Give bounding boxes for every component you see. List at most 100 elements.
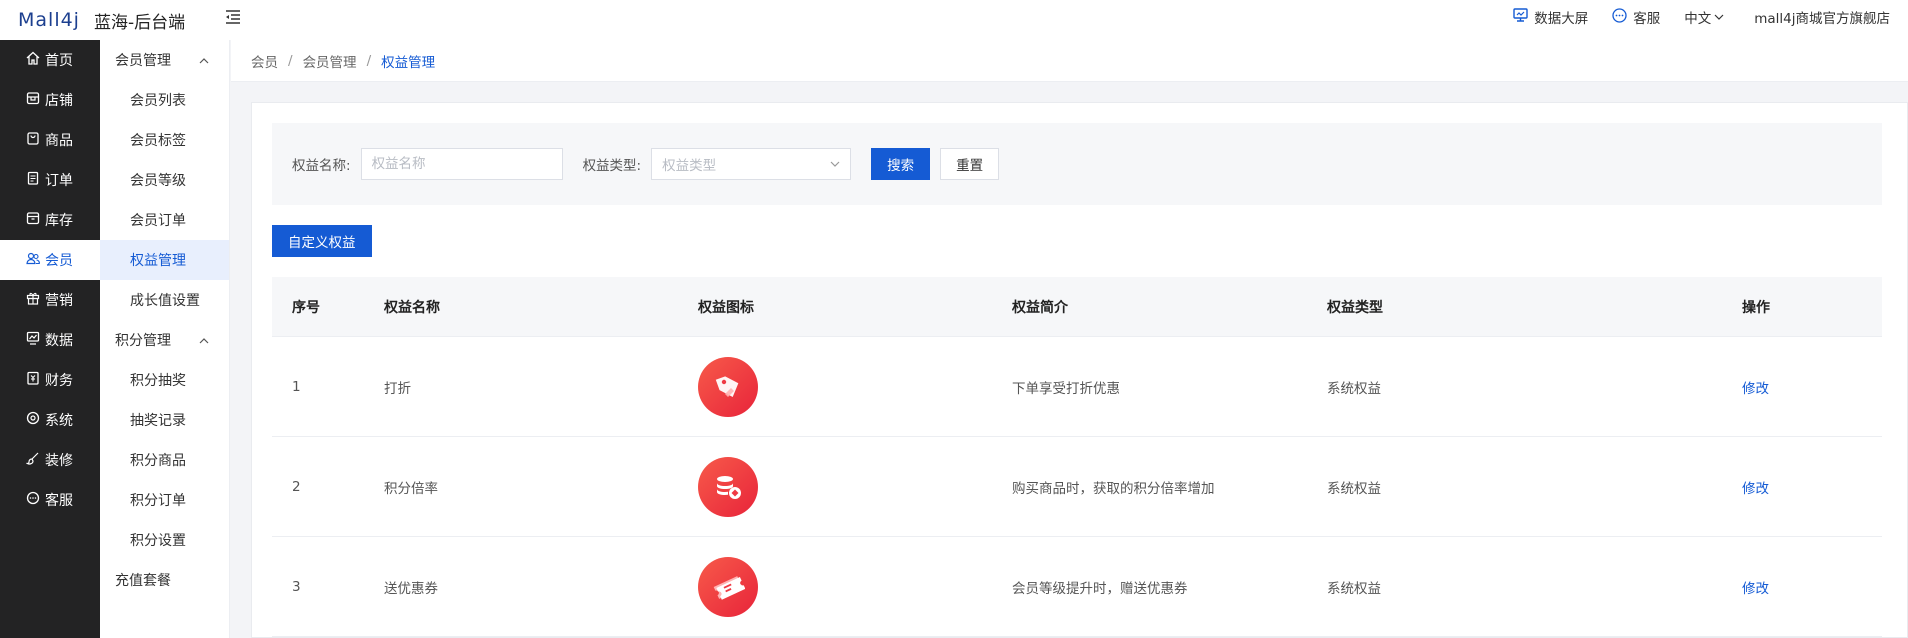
nav-item-goods[interactable]: 商品 bbox=[0, 120, 100, 160]
submenu-points-goods[interactable]: 积分商品 bbox=[100, 440, 229, 480]
benefit-name-label: 权益名称: bbox=[292, 158, 351, 174]
monitor-icon bbox=[1513, 8, 1534, 26]
table-header: 序号 权益名称 权益图标 权益简介 权益类型 操作 bbox=[272, 277, 1882, 337]
coins-icon bbox=[698, 456, 758, 517]
store-icon bbox=[26, 91, 45, 109]
language-label: 中文 bbox=[1684, 11, 1712, 27]
language-select[interactable]: 中文 bbox=[1684, 7, 1730, 27]
nav-item-service[interactable]: 客服 bbox=[0, 480, 100, 520]
submenu-member-list[interactable]: 会员列表 bbox=[100, 80, 229, 120]
submenu-points-lottery[interactable]: 积分抽奖 bbox=[100, 360, 229, 400]
main-content: 权益名称: 权益类型: 权益类型 搜索 重置 自定义权益 序号 权益名称 权益图… bbox=[251, 102, 1908, 638]
column-header: 权益名称 bbox=[384, 299, 440, 316]
edit-link[interactable]: 修改 bbox=[1742, 481, 1769, 497]
submenu-member-tags[interactable]: 会员标签 bbox=[100, 120, 229, 160]
nav-item-home[interactable]: 首页 bbox=[0, 40, 100, 80]
table-row: 3 送优惠券 会员等级提升时，赠送优惠券 系统权益 修改 bbox=[272, 537, 1882, 637]
breadcrumb-item[interactable]: 会员管理 bbox=[303, 51, 357, 71]
benefit-name-input[interactable] bbox=[360, 148, 563, 180]
chevron-down-icon bbox=[830, 156, 840, 172]
breadcrumb-current: 权益管理 bbox=[381, 54, 436, 71]
submenu-growth-settings[interactable]: 成长值设置 bbox=[100, 280, 229, 320]
gift-icon bbox=[26, 291, 45, 309]
benefit-type-label: 权益类型: bbox=[582, 158, 642, 174]
nav-item-marketing[interactable]: 营销 bbox=[0, 280, 100, 320]
chart-icon bbox=[26, 331, 45, 349]
chat-icon bbox=[1612, 7, 1633, 27]
submenu-member-levels[interactable]: 会员等级 bbox=[100, 160, 229, 200]
benefit-description: 下单享受打折优惠 bbox=[1012, 380, 1120, 397]
chevron-up-icon bbox=[199, 52, 209, 68]
breadcrumb-item[interactable]: 会员 bbox=[251, 51, 278, 71]
benefit-name: 积分倍率 bbox=[384, 480, 438, 497]
reset-button[interactable]: 重置 bbox=[940, 148, 1000, 180]
column-header: 操作 bbox=[1742, 299, 1770, 316]
nav-item-decoration[interactable]: 装修 bbox=[0, 440, 100, 480]
logo-area: Mall4j 蓝海-后台端 bbox=[0, 8, 220, 33]
benefit-icon-cell bbox=[678, 456, 992, 517]
breadcrumb-separator: / bbox=[288, 52, 293, 69]
nav-item-finance[interactable]: 财务 bbox=[0, 360, 100, 400]
row-number: 3 bbox=[292, 578, 301, 595]
logo: Mall4j bbox=[18, 9, 80, 31]
home-icon bbox=[26, 51, 45, 69]
nav-item-data[interactable]: 数据 bbox=[0, 320, 100, 360]
data-screen-button[interactable]: 数据大屏 bbox=[1513, 7, 1588, 27]
submenu-points-orders[interactable]: 积分订单 bbox=[100, 480, 229, 520]
document-icon bbox=[26, 171, 45, 189]
chevron-down-icon bbox=[1714, 9, 1730, 25]
column-header: 权益图标 bbox=[698, 299, 754, 316]
nav-label: 系统 bbox=[45, 413, 73, 429]
nav-label: 财务 bbox=[45, 373, 73, 389]
chevron-up-icon bbox=[199, 332, 209, 348]
store-name-menu[interactable]: mall4j商城官方旗舰店 bbox=[1754, 7, 1890, 27]
nav-item-store[interactable]: 店铺 bbox=[0, 80, 100, 120]
nav-item-members[interactable]: 会员 bbox=[0, 240, 100, 280]
nav-label: 装修 bbox=[45, 453, 73, 469]
customer-service-label: 客服 bbox=[1633, 11, 1661, 27]
nav-label: 客服 bbox=[45, 493, 73, 509]
benefit-icon-cell bbox=[678, 356, 992, 417]
edit-link[interactable]: 修改 bbox=[1742, 381, 1769, 397]
bag-icon bbox=[26, 131, 45, 149]
edit-link[interactable]: 修改 bbox=[1742, 581, 1769, 597]
nav-label: 订单 bbox=[45, 173, 73, 189]
tag-icon bbox=[698, 356, 758, 417]
menu-group-points-management[interactable]: 积分管理 bbox=[100, 320, 229, 360]
primary-sidebar: 首页 店铺 商品 订单 库存 会员 营销 数据 财务 系统 装修 客服 bbox=[0, 40, 100, 638]
store-name: mall4j商城官方旗舰店 bbox=[1754, 11, 1890, 27]
benefit-name: 打折 bbox=[384, 380, 411, 397]
customer-service-button[interactable]: 客服 bbox=[1612, 7, 1660, 27]
brush-icon bbox=[25, 451, 45, 469]
finance-icon bbox=[26, 371, 45, 389]
users-icon bbox=[26, 251, 45, 269]
nav-item-inventory[interactable]: 库存 bbox=[0, 200, 100, 240]
secondary-sidebar: 会员管理 会员列表 会员标签 会员等级 会员订单 权益管理 成长值设置 积分管理… bbox=[100, 40, 230, 638]
submenu-lottery-records[interactable]: 抽奖记录 bbox=[100, 400, 229, 440]
submenu-points-settings[interactable]: 积分设置 bbox=[100, 520, 229, 560]
nav-label: 营销 bbox=[45, 293, 73, 309]
app-title: 蓝海-后台端 bbox=[93, 12, 186, 33]
menu-group-label: 会员管理 bbox=[115, 53, 171, 69]
submenu-recharge-packages[interactable]: 充值套餐 bbox=[100, 560, 229, 600]
search-button[interactable]: 搜索 bbox=[871, 148, 931, 180]
menu-group-member-management[interactable]: 会员管理 bbox=[100, 40, 229, 80]
nav-label: 首页 bbox=[45, 53, 73, 69]
breadcrumb: 会员 / 会员管理 / 权益管理 bbox=[231, 40, 1908, 82]
nav-item-system[interactable]: 系统 bbox=[0, 400, 100, 440]
nav-label: 库存 bbox=[45, 213, 73, 229]
search-filter-bar: 权益名称: 权益类型: 权益类型 搜索 重置 bbox=[272, 123, 1882, 205]
nav-label: 会员 bbox=[45, 253, 73, 269]
row-number: 1 bbox=[292, 378, 301, 395]
settings-icon bbox=[26, 411, 45, 429]
nav-item-orders[interactable]: 订单 bbox=[0, 160, 100, 200]
submenu-member-orders[interactable]: 会员订单 bbox=[100, 200, 229, 240]
menu-collapse-icon[interactable] bbox=[222, 6, 244, 28]
add-custom-benefit-button[interactable]: 自定义权益 bbox=[272, 225, 372, 257]
box-icon bbox=[26, 211, 45, 229]
coupon-icon bbox=[698, 556, 758, 617]
submenu-benefit-management[interactable]: 权益管理 bbox=[100, 240, 229, 280]
nav-label: 数据 bbox=[45, 333, 73, 349]
benefit-type-select[interactable]: 权益类型 bbox=[651, 148, 852, 180]
benefit-description: 会员等级提升时，赠送优惠券 bbox=[1012, 580, 1188, 597]
